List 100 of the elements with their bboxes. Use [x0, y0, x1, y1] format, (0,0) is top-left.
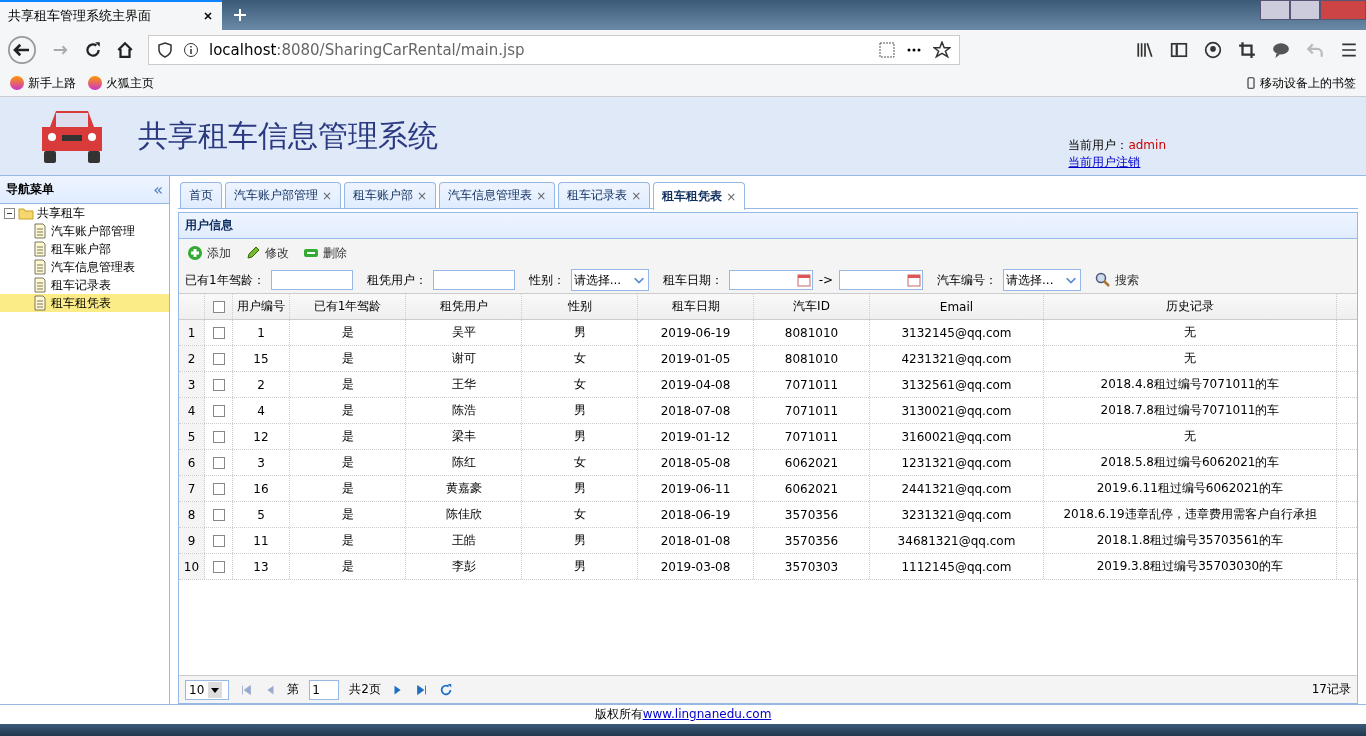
close-tab-button[interactable]: × — [536, 188, 547, 203]
mobile-bookmarks-link[interactable]: 移动设备上的书签 — [1260, 74, 1356, 92]
row-checkbox[interactable] — [212, 482, 225, 495]
row-checkbox[interactable] — [212, 378, 225, 391]
column-header[interactable]: 已有1年驾龄 — [290, 294, 406, 319]
copyright-text: 版权所有www.lingnanedu.com — [594, 706, 772, 723]
page-input[interactable]: 1 — [309, 679, 340, 700]
library-icon[interactable] — [1136, 41, 1154, 59]
column-header[interactable]: 租凭用户 — [406, 294, 522, 319]
table-cell: 2019-04-08 — [638, 372, 754, 397]
date-field[interactable] — [728, 270, 813, 290]
crop-icon[interactable] — [1238, 41, 1256, 59]
tree-item[interactable]: 汽车信息管理表 — [0, 258, 169, 276]
star-icon[interactable] — [933, 41, 951, 59]
account-icon[interactable] — [1204, 41, 1222, 59]
select-dropdown[interactable]: 请选择... — [1003, 269, 1082, 291]
row-checkbox[interactable] — [212, 326, 225, 339]
column-header[interactable]: Email — [870, 294, 1044, 319]
column-header[interactable]: 性别 — [522, 294, 638, 319]
search-button[interactable]: 搜索 — [1095, 271, 1140, 289]
table-cell: 陈浩 — [406, 398, 522, 423]
calendar-icon — [906, 272, 923, 288]
tree-item[interactable]: 租车账户部 — [0, 240, 169, 258]
row-checkbox[interactable] — [212, 456, 225, 469]
logout-link[interactable]: 当前用户注销 — [1068, 154, 1166, 171]
table-cell: 4231321@qq.com — [870, 346, 1044, 371]
select-dropdown[interactable]: 请选择... — [570, 269, 649, 291]
table-cell: 3570356 — [754, 502, 870, 527]
table-cell: 34681321@qq.com — [870, 528, 1044, 553]
table-cell: 女 — [522, 372, 638, 397]
table-cell: 2018.4.8租过编号7071011的车 — [1044, 372, 1337, 397]
chat-icon[interactable] — [1272, 41, 1290, 59]
row-checkbox[interactable] — [212, 560, 225, 573]
page-size-select[interactable]: 10 — [185, 679, 230, 700]
table-cell: 黄嘉豪 — [406, 476, 522, 501]
table-cell: 男 — [522, 320, 638, 345]
page-tab[interactable]: 租车账户部 × — [344, 182, 437, 208]
table-cell: 3570356 — [754, 528, 870, 553]
tree-item[interactable]: 租车记录表 — [0, 276, 169, 294]
back-icon[interactable] — [8, 36, 36, 64]
tree-folder[interactable]: 共享租车 — [37, 204, 85, 222]
row-checkbox[interactable] — [212, 352, 225, 365]
page-tab[interactable]: 租车租凭表 × — [653, 182, 746, 210]
plus-icon[interactable] — [232, 7, 248, 23]
select-all-checkbox[interactable] — [212, 300, 225, 313]
row-number: 5 — [179, 424, 205, 449]
page-tab[interactable]: 首页 — [180, 182, 222, 208]
last-page-icon[interactable] — [414, 682, 429, 697]
plus-icon — [187, 245, 203, 261]
website-link[interactable]: www.lingnanedu.com — [642, 707, 772, 721]
tree-item[interactable]: 汽车账户部管理 — [0, 222, 169, 240]
table-cell: 1231321@qq.com — [870, 450, 1044, 475]
toolbar-button[interactable]: 修改 — [245, 244, 289, 262]
toolbar-button[interactable]: 添加 — [187, 244, 231, 262]
menu-icon[interactable] — [1340, 41, 1358, 59]
toolbar-button[interactable]: 删除 — [303, 244, 347, 262]
close-tab-button[interactable]: × — [631, 188, 642, 203]
sidebar-icon[interactable] — [1170, 41, 1188, 59]
column-header[interactable]: 汽车ID — [754, 294, 870, 319]
table-cell: 2019-06-11 — [638, 476, 754, 501]
table-cell: 男 — [522, 528, 638, 553]
close-tab-button[interactable]: × — [417, 188, 428, 203]
page-total: 共2页 — [349, 681, 381, 698]
row-number: 3 — [179, 372, 205, 397]
filter-input[interactable] — [432, 270, 515, 290]
page-tab[interactable]: 汽车账户部管理 × — [225, 182, 342, 208]
row-checkbox[interactable] — [212, 404, 225, 417]
table-cell: 男 — [522, 398, 638, 423]
column-header[interactable]: 历史记录 — [1044, 294, 1337, 319]
row-checkbox[interactable] — [212, 534, 225, 547]
home-icon[interactable] — [116, 41, 134, 59]
minimize-button[interactable] — [1260, 0, 1290, 20]
filter-input[interactable] — [270, 270, 353, 290]
close-tab-button[interactable]: × — [726, 189, 737, 204]
table-cell: 2018.5.8租过编号6062021的车 — [1044, 450, 1337, 475]
table-cell: 2018-05-08 — [638, 450, 754, 475]
restore-button[interactable] — [1290, 0, 1320, 20]
close-icon[interactable] — [202, 10, 214, 22]
close-tab-button[interactable]: × — [322, 188, 333, 203]
column-header[interactable]: 租车日期 — [638, 294, 754, 319]
refresh-icon[interactable] — [438, 682, 453, 697]
page-tab[interactable]: 汽车信息管理表 × — [439, 182, 556, 208]
document-icon — [32, 223, 48, 239]
collapse-toggle-icon[interactable] — [4, 207, 15, 219]
table-cell: 2441321@qq.com — [870, 476, 1044, 501]
bookmark-link[interactable]: 新手上路 — [28, 74, 76, 92]
page-tab[interactable]: 租车记录表 × — [558, 182, 651, 208]
collapse-button[interactable]: « — [153, 180, 163, 199]
phone-icon — [1245, 76, 1257, 90]
bookmark-link[interactable]: 火狐主页 — [106, 74, 154, 92]
first-page-icon[interactable] — [239, 682, 254, 697]
table-cell: 是 — [290, 424, 406, 449]
date-field[interactable] — [839, 270, 924, 290]
column-header[interactable]: 用户编号 — [233, 294, 290, 319]
row-checkbox[interactable] — [212, 430, 225, 443]
tree-item[interactable]: 租车租凭表 — [0, 294, 169, 312]
browser-tab[interactable]: 共享租车管理系统主界面 — [0, 0, 222, 30]
reload-icon[interactable] — [84, 41, 102, 59]
address-bar[interactable]: localhost:8080/SharingCarRental/main.jsp — [148, 35, 960, 65]
row-checkbox[interactable] — [212, 508, 225, 521]
